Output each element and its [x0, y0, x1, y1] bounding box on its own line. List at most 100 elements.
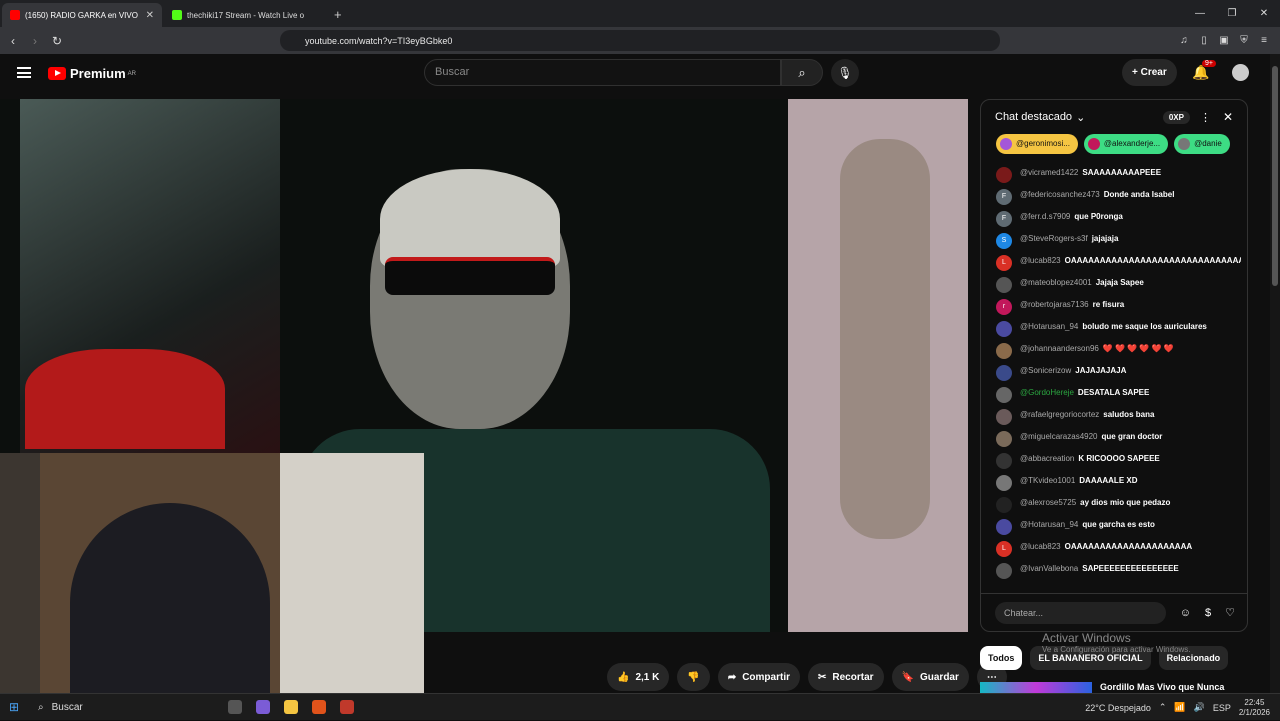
user-avatar-icon[interactable] [996, 497, 1012, 513]
extension-icon[interactable]: ♫ [1178, 35, 1190, 47]
user-avatar-icon[interactable] [996, 409, 1012, 425]
chat-username[interactable]: @alexrose5725 [1020, 498, 1076, 507]
volume-icon[interactable]: 🔊 [1194, 702, 1205, 713]
search-input[interactable]: Buscar [424, 59, 781, 86]
points-badge[interactable]: 0XP [1162, 110, 1190, 124]
reload-icon[interactable]: ↻ [48, 34, 66, 48]
user-avatar-icon[interactable] [996, 387, 1012, 403]
emoji-icon[interactable]: ☺ [1180, 607, 1191, 619]
chat-username[interactable]: @Hotarusan_94 [1020, 520, 1078, 529]
user-avatar-icon[interactable] [996, 167, 1012, 183]
user-avatar-icon[interactable] [996, 343, 1012, 359]
create-button[interactable]: + Crear [1122, 59, 1177, 86]
chat-username[interactable]: @abbacreation [1020, 454, 1074, 463]
user-avatar-icon[interactable] [996, 453, 1012, 469]
youtube-logo[interactable]: Premium AR [48, 66, 136, 81]
file-explorer-icon[interactable] [284, 700, 298, 714]
user-avatar-icon[interactable] [996, 519, 1012, 535]
taskbar-search[interactable]: ⌕ Buscar [28, 702, 218, 713]
chat-username[interactable]: @SteveRogers-s3f [1020, 234, 1088, 243]
user-avatar-icon[interactable]: L [996, 255, 1012, 271]
page-scrollbar[interactable] [1270, 54, 1280, 693]
super-chat-icon[interactable]: $ [1205, 607, 1211, 619]
wifi-icon[interactable]: 📶 [1174, 702, 1185, 713]
like-button[interactable]: 👍 2,1 K [607, 663, 670, 691]
menu-icon[interactable]: ≡ [1258, 35, 1270, 47]
dislike-button[interactable]: 👎 [677, 663, 710, 691]
chat-username[interactable]: @rafaelgregoriocortez [1020, 410, 1099, 419]
chat-input[interactable]: Chatear... [995, 601, 1166, 624]
browser-toolbar: ‹ › ↻ youtube.com/watch?v=TI3eyBGbke0 ♫ … [0, 27, 1280, 54]
task-view-icon[interactable] [228, 700, 242, 714]
address-bar[interactable]: youtube.com/watch?v=TI3eyBGbke0 [280, 30, 1000, 51]
pinned-chip[interactable]: @danie [1174, 134, 1230, 154]
user-avatar-icon[interactable]: F [996, 189, 1012, 205]
search-icon[interactable]: ⌕ [781, 59, 823, 86]
chat-username[interactable]: @Sonicerizow [1020, 366, 1071, 375]
weather-text[interactable]: 22°C Despejado [1085, 703, 1151, 713]
user-avatar-icon[interactable] [996, 475, 1012, 491]
save-button[interactable]: 🔖 Guardar [891, 663, 969, 691]
microphone-icon[interactable]: 🎙 [831, 59, 859, 87]
user-avatar-icon[interactable]: L [996, 541, 1012, 557]
back-icon[interactable]: ‹ [4, 34, 22, 48]
chip-all[interactable]: Todos [980, 646, 1023, 670]
chat-username[interactable]: @TKvideo1001 [1020, 476, 1075, 485]
chat-username[interactable]: @IvanVallebona [1020, 564, 1078, 573]
browser-tab-bar: (1650) RADIO GARKA en VIVO ✕ thechiki17 … [0, 0, 1280, 27]
chevron-down-icon[interactable]: ⌄ [1076, 111, 1085, 124]
chat-username[interactable]: @lucab823 [1020, 256, 1061, 265]
notifications-bell-icon[interactable]: 🔔 9+ [1192, 60, 1216, 81]
chat-username[interactable]: @miguelcarazas4920 [1020, 432, 1098, 441]
maximize-button[interactable]: ❐ [1216, 0, 1248, 27]
share-button[interactable]: ➦ Compartir [717, 663, 800, 691]
chat-username[interactable]: @johannaanderson96 [1020, 344, 1099, 353]
user-avatar-icon[interactable] [996, 431, 1012, 447]
clock[interactable]: 22:45 2/1/2026 [1239, 698, 1270, 718]
avatar[interactable] [1232, 64, 1249, 81]
pinned-chip[interactable]: @alexanderje... [1083, 134, 1169, 154]
clip-button[interactable]: ✂ Recortar [808, 663, 884, 691]
wallet-icon[interactable]: ▣ [1218, 35, 1230, 47]
obs-icon[interactable] [340, 700, 354, 714]
forward-icon[interactable]: › [26, 34, 44, 48]
chat-username[interactable]: @GordoHereje [1020, 388, 1074, 397]
user-avatar-icon[interactable]: F [996, 211, 1012, 227]
chat-username[interactable]: @robertojaras7136 [1020, 300, 1089, 309]
browser-tab-youtube[interactable]: (1650) RADIO GARKA en VIVO ✕ [2, 3, 162, 27]
chat-username[interactable]: @Hotarusan_94 [1020, 322, 1078, 331]
close-tab-icon[interactable]: ✕ [146, 10, 154, 21]
chat-username[interactable]: @vicramed1422 [1020, 168, 1078, 177]
sidebar-icon[interactable]: ▯ [1198, 35, 1210, 47]
chat-username[interactable]: @mateoblopez4001 [1020, 278, 1092, 287]
chevron-up-icon[interactable]: ⌃ [1159, 702, 1167, 713]
user-avatar-icon[interactable] [996, 321, 1012, 337]
scrollbar-thumb[interactable] [1272, 66, 1278, 286]
browser-tab-kick[interactable]: thechiki17 Stream - Watch Live o [164, 3, 324, 27]
minimize-button[interactable]: — [1184, 0, 1216, 27]
language-indicator[interactable]: ESP [1213, 703, 1231, 713]
user-avatar-icon[interactable] [996, 277, 1012, 293]
copilot-icon[interactable] [256, 700, 270, 714]
user-avatar-icon[interactable] [996, 563, 1012, 579]
user-avatar-icon[interactable]: S [996, 233, 1012, 249]
close-window-button[interactable]: ✕ [1248, 0, 1280, 27]
more-options-icon[interactable]: ⋮ [1200, 111, 1211, 124]
close-chat-icon[interactable]: ✕ [1223, 110, 1233, 124]
user-avatar-icon[interactable] [996, 365, 1012, 381]
tab-title: (1650) RADIO GARKA en VIVO [25, 10, 138, 20]
pinned-name: @danie [1194, 139, 1222, 148]
chat-username[interactable]: @federicosanchez473 [1020, 190, 1100, 199]
chat-title[interactable]: Chat destacado [995, 111, 1072, 123]
brave-icon[interactable] [312, 700, 326, 714]
new-tab-button[interactable]: + [324, 3, 352, 27]
shield-icon[interactable]: ⛨ [1238, 35, 1250, 47]
heart-icon[interactable]: ♡ [1225, 606, 1235, 619]
user-avatar-icon[interactable]: r [996, 299, 1012, 315]
user-avatar-icon [1178, 138, 1191, 150]
windows-start-icon[interactable]: ⊞ [0, 700, 28, 714]
hamburger-menu-icon[interactable] [17, 67, 31, 78]
chat-username[interactable]: @lucab823 [1020, 542, 1061, 551]
chat-username[interactable]: @ferr.d.s7909 [1020, 212, 1070, 221]
pinned-chip[interactable]: @geronimosi... [996, 134, 1078, 154]
